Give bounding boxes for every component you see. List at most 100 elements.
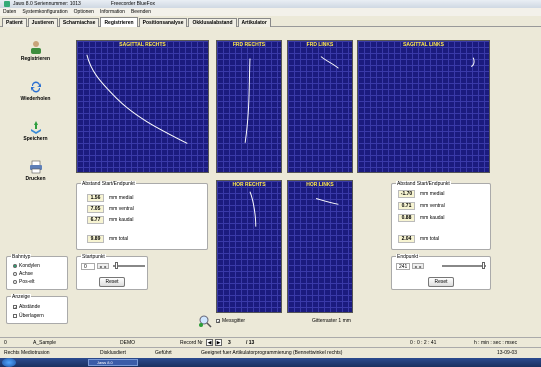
menu-beenden[interactable]: Beenden	[131, 9, 151, 15]
status-movement: Rechts Mediotrusion	[4, 350, 50, 356]
check-abstaende[interactable]: ✓ Abstände	[13, 304, 40, 310]
startpunkt-slider-thumb[interactable]	[114, 262, 118, 269]
right-ventral-value: 0.71	[398, 202, 415, 210]
tab-registrieren[interactable]: Registrieren	[100, 17, 138, 27]
check-messgitter-box[interactable]: ✓	[216, 319, 220, 324]
status-gefuehrt: Geführt	[155, 350, 172, 356]
spin-right-icon[interactable]: ▸	[419, 264, 421, 269]
check-abstaende-box[interactable]: ✓	[13, 305, 17, 310]
grid-info: Gitterraster 1 mm	[312, 318, 351, 324]
check-ueberlagern-box[interactable]	[13, 314, 17, 318]
speichern-button[interactable]: Speichern	[8, 120, 63, 150]
endpunkt-group: Endpunkt 241 ◂ ▸ Reset	[391, 254, 491, 290]
wiederholen-button[interactable]: Wiederholen	[8, 80, 63, 110]
arrow-right-icon: ▶	[216, 339, 221, 346]
record-prev-button[interactable]: ◀	[206, 339, 213, 346]
left-medial-unit: mm medial	[109, 195, 134, 201]
tab-positionsanalyse[interactable]: Positionsanalyse	[138, 18, 188, 27]
radio-kondylen[interactable]: Kondylen	[13, 263, 40, 269]
startpunkt-input[interactable]: 0	[81, 263, 95, 270]
radio-kondylen-label: Kondylen	[19, 263, 40, 269]
left-medial-row: 1.56 mm medial	[87, 194, 133, 202]
startpunkt-reset-button[interactable]: Reset	[99, 277, 125, 287]
endpunkt-slider-thumb[interactable]	[482, 262, 486, 269]
zoom-icon[interactable]	[198, 314, 212, 328]
drucken-button[interactable]: Drucken	[8, 160, 63, 190]
wiederholen-label: Wiederholen	[20, 96, 51, 102]
endpunkt-input[interactable]: 241	[396, 263, 410, 270]
spin-left-icon[interactable]: ◂	[99, 264, 101, 269]
status-time: 0 : 0 : 2 : 41	[410, 340, 437, 346]
registrieren-button[interactable]: Registrieren	[8, 40, 63, 70]
check-abstaende-label: Abstände	[19, 304, 41, 310]
tab-justieren[interactable]: Justieren	[27, 18, 58, 27]
speichern-label: Speichern	[23, 136, 48, 142]
menu-optionen[interactable]: Optionen	[74, 9, 94, 15]
panel-sagittal-rechts[interactable]: SAGITTAL RECHTS	[76, 40, 209, 173]
spin-left-icon[interactable]: ◂	[414, 264, 416, 269]
refresh-icon	[30, 81, 41, 93]
menu-systemkonfiguration[interactable]: Systemkonfiguration	[22, 9, 67, 15]
left-kaudal-unit: mm kaudal	[109, 217, 134, 223]
printer-icon	[29, 160, 42, 174]
check-messgitter[interactable]: ✓ Messgitter	[216, 318, 245, 324]
start-button[interactable]	[2, 358, 16, 367]
drucken-label: Drucken	[25, 176, 46, 182]
record-label: Record Nr	[180, 340, 203, 346]
status-message: Geeignet fuer Artikulatorprogrammierung …	[201, 350, 343, 356]
menu-daten[interactable]: Daten	[3, 9, 16, 15]
endpunkt-title: Endpunkt	[396, 254, 420, 260]
registrieren-label: Registrieren	[20, 56, 51, 62]
status-left-number: 0	[4, 340, 7, 346]
endpunkt-spinner[interactable]: ◂ ▸	[412, 263, 424, 269]
startpunkt-spinner[interactable]: ◂ ▸	[97, 263, 109, 269]
tab-artikulator[interactable]: Artikulator	[237, 18, 271, 27]
startpunkt-group: Startpunkt 0 ◂ ▸ Reset	[76, 254, 148, 290]
startpunkt-slider-track[interactable]	[113, 265, 145, 267]
tab-patient[interactable]: Patient	[2, 18, 27, 27]
panel-hor-rechts[interactable]: HOR RECHTS	[216, 180, 282, 313]
panel-frd-links[interactable]: FRD LINKS	[287, 40, 353, 173]
trace-hor-links	[315, 198, 339, 205]
status-sample-name: A_Sample	[33, 340, 57, 346]
trace-hor-rechts	[249, 191, 257, 227]
panel-frd-rechts[interactable]: FRD RECHTS	[216, 40, 282, 173]
trace-frd-links	[320, 56, 339, 69]
radio-poselt-label: Pos-elt	[19, 279, 35, 285]
left-kaudal-row: 6.77 mm kaudal	[87, 216, 133, 224]
radio-poselt[interactable]: Pos-elt	[13, 279, 35, 285]
tab-okklusalabstand[interactable]: Okklusalabstand	[188, 18, 237, 27]
radio-poselt-indicator[interactable]	[13, 280, 17, 284]
left-ventral-unit: mm ventral	[109, 206, 134, 212]
right-medial-unit: mm medial	[420, 191, 445, 197]
check-ueberlagern[interactable]: Überlagern	[13, 313, 44, 319]
left-ventral-value: 7.05	[87, 205, 104, 213]
right-kaudal-row: 0.88 mm kaudal	[398, 214, 444, 222]
trace-sagittal-rechts	[86, 54, 188, 144]
record-next-button[interactable]: ▶	[215, 339, 222, 346]
panel-hor-links[interactable]: HOR LINKS	[287, 180, 353, 313]
record-value[interactable]: 3	[228, 340, 231, 346]
save-icon	[30, 121, 41, 134]
right-total-unit: mm total	[420, 236, 440, 242]
right-kaudal-unit: mm kaudal	[420, 215, 445, 221]
menu-information[interactable]: Information	[100, 9, 125, 15]
status-date: 13-09-03	[497, 350, 518, 356]
radio-achse-indicator[interactable]	[13, 272, 17, 276]
right-total-row: 2.04 mm total	[398, 235, 439, 243]
radio-achse-label: Achse	[19, 271, 33, 277]
endpunkt-slider-track[interactable]	[442, 265, 486, 267]
taskbar: Jaws 8.0	[0, 358, 541, 367]
window-subtitle: Freecorder BlueFox	[110, 1, 155, 7]
title-bar: Jaws 8.0 Seriennummer: 1013 Freecorder B…	[0, 0, 541, 8]
taskbar-item-jaws[interactable]: Jaws 8.0	[88, 359, 138, 366]
endpunkt-reset-button[interactable]: Reset	[428, 277, 454, 287]
left-ventral-row: 7.05 mm ventral	[87, 205, 134, 213]
tab-scharniachse[interactable]: Scharniachse	[58, 18, 100, 27]
radio-achse[interactable]: Achse	[13, 271, 33, 277]
spin-right-icon[interactable]: ▸	[104, 264, 106, 269]
panel-sagittal-links[interactable]: SAGITTAL LINKS	[357, 40, 490, 173]
radio-kondylen-indicator[interactable]	[13, 264, 17, 268]
right-distance-group: Abstand Start/Endpunkt -1.70 mm medial 0…	[391, 181, 491, 250]
menu-bar: Daten Systemkonfiguration Optionen Infor…	[0, 8, 541, 16]
